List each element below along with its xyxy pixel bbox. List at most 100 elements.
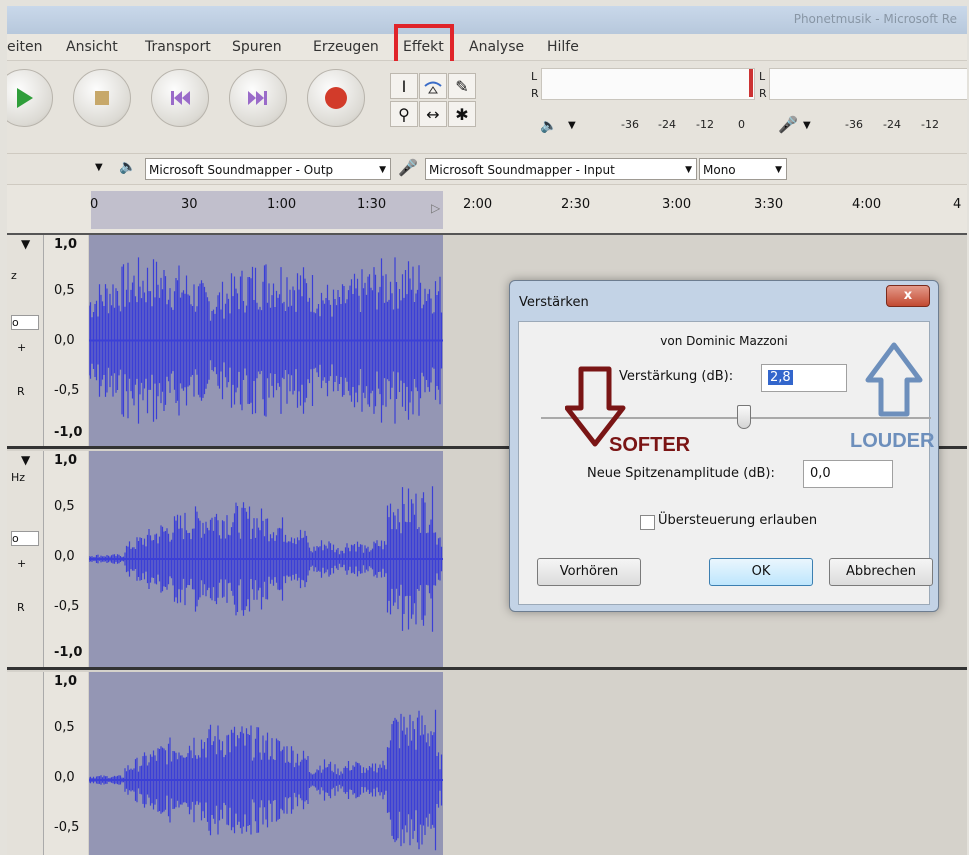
mute-solo[interactable]: o bbox=[11, 315, 39, 330]
stop-button[interactable] bbox=[73, 69, 131, 127]
ruler-tick: 2:30 bbox=[561, 197, 591, 212]
ruler-tick: 3:00 bbox=[662, 197, 692, 212]
channels-select[interactable]: Mono ▼ bbox=[699, 158, 787, 180]
audio-track-3[interactable]: 1,0 0,5 0,0 -0,5 bbox=[7, 672, 967, 855]
ruler-tick: 1:30 bbox=[357, 197, 387, 212]
record-icon bbox=[325, 87, 347, 109]
track-info: Hz bbox=[11, 471, 26, 484]
skip-end-button[interactable] bbox=[229, 69, 287, 127]
track-menu-arrow[interactable]: ▼ bbox=[21, 237, 30, 251]
title-bar: Phonetmusik - Microsoft Re bbox=[7, 6, 967, 34]
scale-label: 1,0 bbox=[54, 237, 78, 252]
playback-left-label: L bbox=[531, 70, 538, 83]
timeshift-tool[interactable]: ↔ bbox=[419, 101, 447, 127]
ibeam-icon: I bbox=[401, 76, 407, 96]
waveform[interactable] bbox=[89, 451, 443, 667]
draw-tool[interactable]: ✎ bbox=[448, 73, 476, 99]
ruler-tick: 30 bbox=[181, 197, 198, 212]
record-meter[interactable] bbox=[769, 68, 967, 100]
envelope-tool[interactable] bbox=[419, 73, 447, 99]
pan-slider[interactable]: R bbox=[17, 601, 25, 614]
microphone-icon[interactable]: 🎤 bbox=[778, 115, 798, 134]
scale-label: -0,5 bbox=[54, 383, 80, 398]
menu-analyse[interactable]: Analyse bbox=[469, 39, 524, 55]
host-dropdown-arrow[interactable]: ▼ bbox=[95, 162, 103, 173]
ruler-tick: 4 bbox=[953, 197, 962, 212]
ruler-tick: 4:00 bbox=[852, 197, 882, 212]
record-right-label: R bbox=[759, 87, 767, 100]
track-control-panel[interactable]: ▼ z o + R bbox=[7, 235, 44, 446]
channels-value: Mono bbox=[703, 163, 736, 177]
scale-label: 0,0 bbox=[54, 770, 75, 785]
skip-start-icon bbox=[171, 91, 190, 105]
input-device-select[interactable]: Microsoft Soundmapper - Input ▼ bbox=[425, 158, 697, 180]
amplitude-scale: 1,0 0,5 0,0 -0,5 -1,0 bbox=[44, 235, 88, 446]
track-control-panel[interactable]: ▼ Hz o + R bbox=[7, 451, 44, 667]
record-tick: -36 bbox=[845, 118, 863, 131]
playback-right-label: R bbox=[531, 87, 539, 100]
record-left-label: L bbox=[759, 70, 766, 83]
preview-button[interactable]: Vorhören bbox=[537, 558, 641, 586]
input-device-value: Microsoft Soundmapper - Input bbox=[429, 163, 615, 177]
ok-label: OK bbox=[751, 564, 771, 579]
waveform[interactable] bbox=[89, 235, 443, 446]
menu-ansicht[interactable]: Ansicht bbox=[66, 39, 118, 55]
zoom-tool[interactable]: ⚲ bbox=[390, 101, 418, 127]
pan-slider[interactable]: R bbox=[17, 385, 25, 398]
close-button[interactable]: x bbox=[886, 285, 930, 307]
ruler-tick: 2:00 bbox=[463, 197, 493, 212]
output-device-select[interactable]: Microsoft Soundmapper - Outp ▼ bbox=[145, 158, 391, 180]
selection-tool[interactable]: I bbox=[390, 73, 418, 99]
ok-button[interactable]: OK bbox=[709, 558, 813, 586]
cancel-button[interactable]: Abbrechen bbox=[829, 558, 933, 586]
window-title: Phonetmusik - Microsoft Re bbox=[793, 12, 957, 26]
timeline-ruler[interactable]: 0 30 1:00 1:30 2:00 2:30 3:00 3:30 4:00 … bbox=[7, 185, 967, 235]
gain-input[interactable]: 2,8 bbox=[761, 364, 847, 392]
output-device-value: Microsoft Soundmapper - Outp bbox=[149, 163, 334, 177]
speaker-icon: 🔈 bbox=[119, 159, 137, 175]
ruler-tick: 3:30 bbox=[754, 197, 784, 212]
envelope-icon bbox=[424, 81, 442, 94]
waveform[interactable] bbox=[89, 672, 443, 855]
track-control-panel[interactable] bbox=[7, 672, 44, 855]
playback-meter[interactable] bbox=[541, 68, 755, 100]
mute-solo[interactable]: o bbox=[11, 531, 39, 546]
magnifier-icon: ⚲ bbox=[398, 104, 410, 124]
skip-end-icon bbox=[248, 91, 267, 105]
clip-label[interactable]: Übersteuerung erlauben bbox=[658, 513, 817, 528]
peak-value: 0,0 bbox=[810, 466, 831, 481]
gain-slider[interactable]: + bbox=[17, 341, 26, 354]
menu-hilfe[interactable]: Hilfe bbox=[547, 39, 579, 55]
menu-spuren[interactable]: Spuren bbox=[232, 39, 282, 55]
selection-end-marker: ▷ bbox=[431, 201, 441, 215]
scale-label: -1,0 bbox=[54, 425, 83, 440]
peak-input[interactable]: 0,0 bbox=[803, 460, 893, 488]
track-info: z bbox=[11, 269, 17, 282]
asterisk-icon: ✱ bbox=[455, 104, 469, 124]
ruler-tick: 1:00 bbox=[267, 197, 297, 212]
record-tick: -12 bbox=[921, 118, 939, 131]
gain-label: Verstärkung (dB): bbox=[619, 369, 734, 384]
menu-transport[interactable]: Transport bbox=[145, 39, 211, 55]
menu-bearbeiten[interactable]: eiten bbox=[7, 39, 42, 55]
record-menu-arrow[interactable]: ▼ bbox=[803, 120, 811, 131]
clip-checkbox[interactable] bbox=[640, 515, 655, 530]
menu-erzeugen[interactable]: Erzeugen bbox=[313, 39, 379, 55]
louder-annotation: LOUDER bbox=[850, 430, 935, 452]
playback-tick: 0 bbox=[738, 118, 745, 131]
scale-label: -0,5 bbox=[54, 820, 80, 835]
gain-slider[interactable]: + bbox=[17, 557, 26, 570]
track-menu-arrow[interactable]: ▼ bbox=[21, 453, 30, 467]
transport-toolbar: I ✎ ⚲ ↔ ✱ L R L R 🔈 ▼ -36 -24 -12 0 🎤 ▼ … bbox=[7, 61, 967, 154]
chevron-down-icon: ▼ bbox=[379, 165, 386, 175]
record-button[interactable] bbox=[307, 69, 365, 127]
peak-label: Neue Spitzenamplitude (dB): bbox=[587, 466, 775, 481]
skip-start-button[interactable] bbox=[151, 69, 209, 127]
playback-menu-arrow[interactable]: ▼ bbox=[568, 120, 576, 131]
play-button[interactable] bbox=[7, 69, 53, 127]
multi-tool[interactable]: ✱ bbox=[448, 101, 476, 127]
gain-slider-thumb[interactable] bbox=[736, 405, 751, 429]
device-toolbar: ▼ 🔈 Microsoft Soundmapper - Outp ▼ 🎤 Micr… bbox=[7, 154, 967, 185]
speaker-icon[interactable]: 🔈 bbox=[540, 118, 557, 134]
dialog-title: Verstärken bbox=[519, 295, 589, 310]
